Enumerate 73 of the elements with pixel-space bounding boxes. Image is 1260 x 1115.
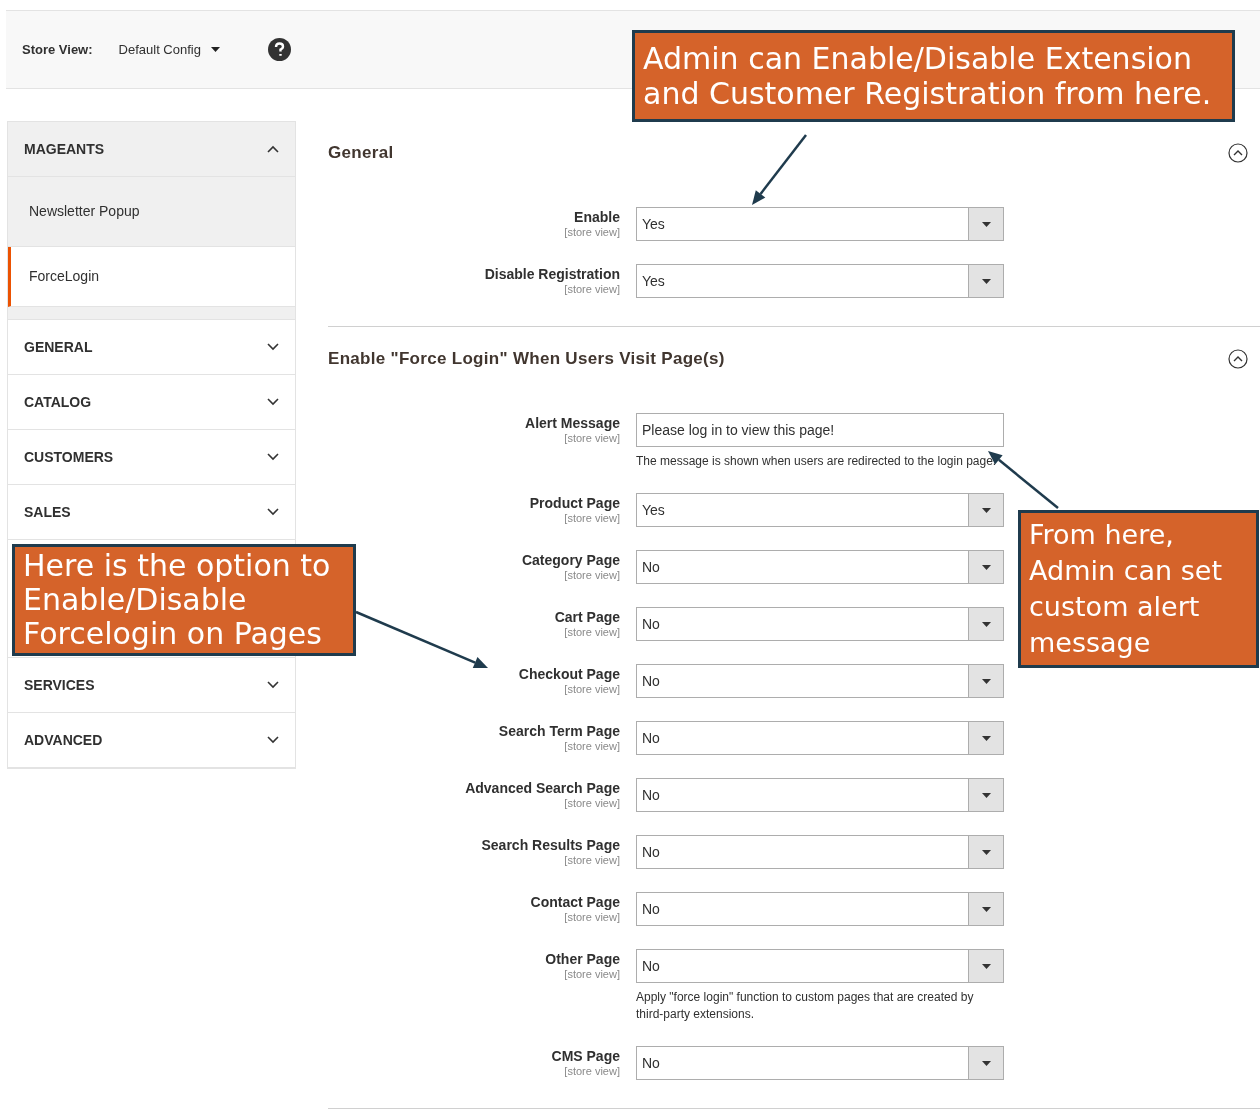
sidebar-item[interactable]: ForceLogin xyxy=(8,247,295,307)
caret-icon xyxy=(981,507,991,513)
caret-icon xyxy=(981,792,991,798)
caret-icon xyxy=(981,221,991,227)
select-dropdown[interactable]: No xyxy=(636,607,1004,641)
caret-icon xyxy=(210,47,220,52)
scope-label: [store view] xyxy=(564,740,620,753)
select-dropdown[interactable]: No xyxy=(636,835,1004,869)
select-dropdown[interactable]: No xyxy=(636,949,1004,983)
caret-icon xyxy=(981,278,991,284)
caret-icon xyxy=(981,1060,991,1066)
help-icon[interactable] xyxy=(267,38,291,61)
field-label: Category Page xyxy=(521,551,620,569)
field-label: Search Results Page xyxy=(481,836,620,854)
field-label: Checkout Page xyxy=(518,665,620,683)
field-label: Advanced Search Page xyxy=(465,779,620,797)
scope-label: [store view] xyxy=(564,1065,620,1078)
select-dropdown[interactable]: No xyxy=(636,778,1004,812)
field-label: Search Term Page xyxy=(498,722,620,740)
select-dropdown[interactable]: Yes xyxy=(636,264,1004,298)
section-title[interactable]: Enable "Force Login" When Users Visit Page(s) xyxy=(328,346,725,372)
chevron-up-icon xyxy=(267,145,279,153)
caret-icon xyxy=(981,963,991,969)
field-label: Contact Page xyxy=(530,893,620,911)
chevron-down-icon xyxy=(267,343,279,351)
caret-icon xyxy=(981,849,991,855)
sidebar-section-header[interactable]: MAGEANTS xyxy=(8,122,295,177)
select-dropdown[interactable]: No xyxy=(636,1046,1004,1080)
caret-icon xyxy=(981,735,991,741)
scope-label: [store view] xyxy=(564,512,620,525)
select-dropdown[interactable]: No xyxy=(636,664,1004,698)
annotation-callout: From here, Admin can set custom alert message xyxy=(1018,510,1259,668)
field-label: Other Page xyxy=(545,950,620,968)
chevron-down-icon xyxy=(267,508,279,516)
annotation-callout: Here is the option to Enable/Disable Forcelogin on Pages xyxy=(12,544,356,656)
scope-label: [store view] xyxy=(564,854,620,867)
scope-label: [store view] xyxy=(564,432,620,445)
scope-label: [store view] xyxy=(564,626,620,639)
field-label: Product Page xyxy=(529,494,620,512)
field-note: The message is shown when users are redirected to the login page. xyxy=(636,453,998,470)
field-note: Apply "force login" function to custom pages that are created by third-party extensions. xyxy=(636,989,975,1023)
caret-icon xyxy=(981,621,991,627)
chevron-down-icon xyxy=(267,681,279,689)
sidebar-item[interactable]: Newsletter Popup xyxy=(8,177,295,247)
scope-label: [store view] xyxy=(564,683,620,696)
scope-label: [store view] xyxy=(564,569,620,582)
select-dropdown[interactable]: Yes xyxy=(636,207,1004,241)
select-dropdown[interactable]: No xyxy=(636,550,1004,584)
select-dropdown[interactable]: No xyxy=(636,721,1004,755)
field-label: Enable xyxy=(574,208,620,226)
chevron-down-icon xyxy=(267,736,279,744)
caret-icon xyxy=(981,564,991,570)
select-dropdown[interactable]: Yes xyxy=(636,493,1004,527)
select-dropdown[interactable]: No xyxy=(636,892,1004,926)
field-label: Cart Page xyxy=(554,608,620,626)
store-view-dropdown[interactable]: Default Config xyxy=(118,39,220,60)
store-view-label: Store View: xyxy=(22,40,93,59)
chevron-down-icon xyxy=(267,398,279,406)
scope-label: [store view] xyxy=(564,911,620,924)
caret-icon xyxy=(981,906,991,912)
chevron-down-icon xyxy=(267,453,279,461)
scope-label: [store view] xyxy=(564,226,620,239)
input-field[interactable]: Please log in to view this page! xyxy=(636,413,1004,447)
scope-label: [store view] xyxy=(564,797,620,810)
scope-label: [store view] xyxy=(564,283,620,296)
arrow xyxy=(752,134,807,205)
annotation-callout: Admin can Enable/Disable Extension and Customer Registration from here. xyxy=(632,30,1235,122)
section-title[interactable]: General xyxy=(328,140,394,166)
field-label: Disable Registration xyxy=(484,265,620,283)
field-label: CMS Page xyxy=(551,1047,620,1065)
field-label: Alert Message xyxy=(525,414,620,432)
scope-label: [store view] xyxy=(564,968,620,981)
caret-icon xyxy=(981,678,991,684)
